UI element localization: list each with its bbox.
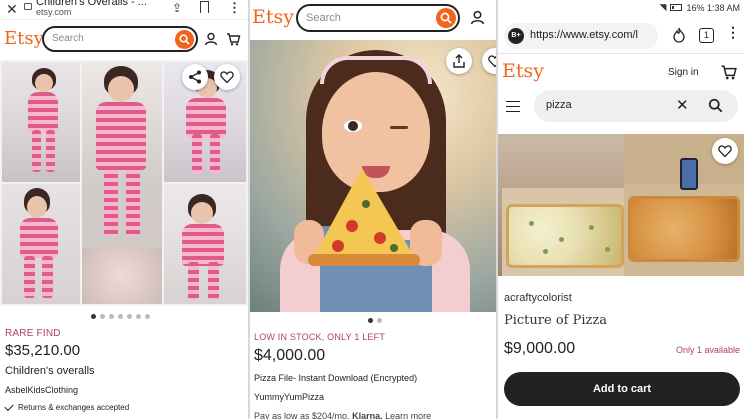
product-image[interactable] (498, 134, 744, 276)
search-icon (179, 34, 190, 45)
status-badge: LOW IN STOCK, ONLY 1 LEFT (254, 332, 386, 342)
share-icon (189, 70, 201, 84)
search-button[interactable] (436, 8, 456, 28)
flame-icon[interactable] (672, 27, 686, 43)
status-text: 16% 1:38 AM (686, 2, 740, 13)
user-icon[interactable] (470, 10, 485, 25)
check-icon (4, 401, 14, 412)
share-button[interactable] (446, 48, 472, 74)
search-bar[interactable]: Search (42, 26, 198, 52)
product-price: $35,210.00 (5, 342, 81, 359)
browser-tab-bar: ✕ Children's Overalls - ... etsy.com ⇪ ⋮ (0, 0, 248, 20)
shop-name-link[interactable]: acraftycolorist (504, 292, 740, 304)
favorite-button[interactable] (712, 138, 738, 164)
search-input[interactable]: Search (306, 12, 341, 24)
search-icon[interactable] (708, 98, 723, 113)
product-image[interactable] (82, 62, 162, 304)
image-pagination[interactable] (91, 314, 150, 319)
returns-label: Returns & exchanges accepted (18, 403, 130, 412)
bookmark-icon[interactable] (200, 1, 209, 13)
product-title: Picture of Pizza (504, 313, 607, 328)
cart-icon[interactable] (720, 64, 738, 80)
search-button[interactable] (175, 30, 194, 49)
upload-share-icon (453, 54, 465, 68)
product-title: Children's overalls (5, 365, 95, 377)
close-icon[interactable]: ✕ (6, 1, 18, 18)
url-bar[interactable]: https://www.etsy.com/l (504, 23, 658, 49)
more-icon[interactable]: ⋮ (228, 0, 241, 16)
share-button[interactable] (182, 64, 208, 90)
heart-icon (220, 71, 234, 84)
pay-text: Pay as low as $204/mo. (254, 411, 350, 419)
product-image[interactable] (164, 184, 246, 304)
cart-icon[interactable] (226, 32, 241, 46)
search-row: pizza ✕ (498, 88, 744, 126)
product-price: $9,000.00 (504, 340, 576, 357)
product-price: $4,000.00 (254, 347, 326, 364)
favorite-button[interactable] (482, 48, 496, 74)
shop-name-link[interactable]: AsbelKidsClothing (5, 385, 245, 395)
sign-in-link[interactable]: Sign in (668, 67, 699, 78)
favorite-button[interactable] (214, 64, 240, 90)
learn-more-link[interactable]: Learn more (385, 411, 431, 419)
page-url: etsy.com (36, 7, 72, 17)
heart-icon (488, 55, 496, 68)
site-header: Etsy Sign in (498, 56, 744, 86)
browser-toolbar: https://www.etsy.com/l B+ 1 ⋮ (498, 18, 744, 54)
search-bar[interactable]: pizza ✕ (534, 90, 738, 122)
search-input[interactable]: pizza (546, 99, 572, 111)
product-title: Pizza File- Instant Download (Encrypted) (254, 373, 418, 383)
url-text[interactable]: https://www.etsy.com/l (530, 29, 638, 41)
product-image[interactable] (2, 62, 80, 182)
share-icon[interactable]: ⇪ (172, 1, 182, 15)
klarna-payment-note: Pay as low as $204/mo. Klarna. Learn mor… (254, 411, 492, 419)
product-info: LOW IN STOCK, ONLY 1 LEFT $4,000.00 Pizz… (254, 332, 492, 419)
product-info: acraftycolorist Picture of Pizza $9,000.… (504, 292, 740, 358)
site-header: Etsy Search (0, 22, 248, 58)
search-icon (440, 12, 452, 24)
status-badge: RARE FIND (5, 328, 61, 339)
add-to-cart-button[interactable]: Add to cart (504, 372, 740, 406)
status-bar: ◥ 16% 1:38 AM (498, 0, 744, 16)
site-info-icon[interactable]: B+ (508, 28, 524, 44)
listing-panel-overalls: ✕ Children's Overalls - ... etsy.com ⇪ ⋮… (0, 0, 248, 419)
clear-search-icon[interactable]: ✕ (676, 96, 689, 114)
product-image[interactable] (250, 40, 496, 312)
hamburger-menu-icon[interactable] (506, 101, 520, 112)
search-bar[interactable]: Search (296, 4, 460, 32)
user-icon[interactable] (204, 32, 218, 46)
klarna-logo: Klarna. (352, 411, 383, 419)
listing-panel-pizza-file: Etsy Search LOW IN STOCK, ONLY 1 LEFT $4… (250, 0, 496, 419)
etsy-logo[interactable]: Etsy (252, 6, 294, 28)
wifi-icon: ◥ (659, 2, 667, 12)
shop-name-link[interactable]: YummyYumPizza (254, 392, 492, 402)
availability-badge: Only 1 available (675, 345, 740, 355)
etsy-logo[interactable]: Etsy (4, 28, 44, 49)
product-image-gallery[interactable] (0, 60, 248, 306)
site-header: Etsy Search (250, 0, 496, 38)
returns-note: Returns & exchanges accepted (4, 401, 245, 412)
product-image[interactable] (2, 184, 80, 304)
battery-icon (670, 4, 683, 11)
etsy-logo[interactable]: Etsy (502, 60, 544, 82)
tab-count-button[interactable]: 1 (699, 28, 714, 43)
listing-panel-picture-of-pizza: ◥ 16% 1:38 AM https://www.etsy.com/l B+ … (498, 0, 744, 419)
search-input[interactable]: Search (52, 33, 84, 44)
more-icon[interactable]: ⋮ (726, 24, 740, 41)
heart-icon (718, 145, 732, 158)
image-pagination[interactable] (368, 318, 382, 323)
product-info: RARE FIND $35,210.00 Children's overalls… (4, 328, 245, 412)
lock-icon (24, 3, 32, 10)
